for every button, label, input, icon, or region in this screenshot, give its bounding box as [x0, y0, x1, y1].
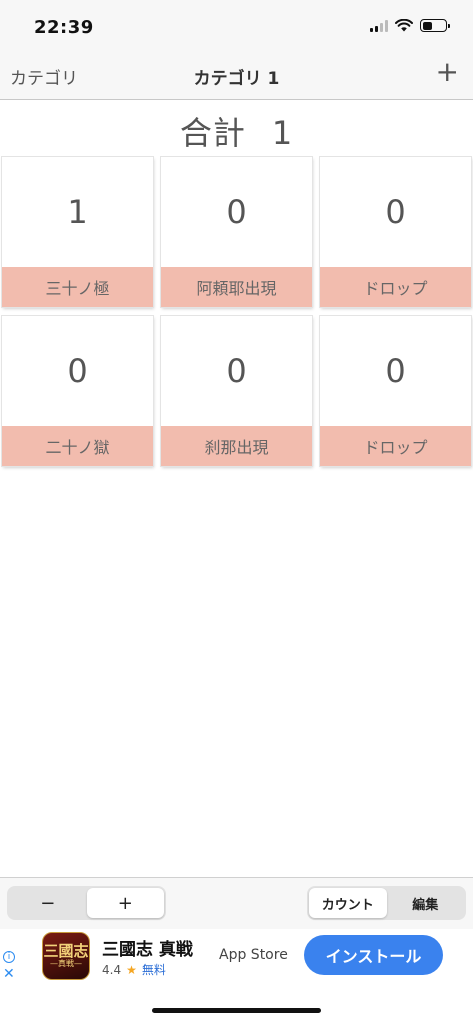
counter-card[interactable]: 0 刹那出現: [161, 316, 312, 466]
battery-level: [422, 21, 433, 30]
counter-card[interactable]: 0 ドロップ: [320, 157, 471, 307]
plus-button[interactable]: +: [86, 888, 164, 918]
total-summary: 合計 1: [0, 108, 473, 152]
status-time: 22:39: [34, 17, 94, 38]
counter-label: 二十ノ獄: [2, 426, 153, 466]
counter-grid: 1 三十ノ極 0 阿頼耶出現 0 ドロップ 0 二十ノ獄 0 刹那出現 0 ドロ…: [2, 157, 471, 466]
status-icons: [370, 19, 450, 32]
star-icon: ★: [126, 962, 137, 977]
counter-label: ドロップ: [320, 426, 471, 466]
navigation-bar: カテゴリ カテゴリ 1 +: [0, 50, 473, 100]
count-mode-button[interactable]: カウント: [309, 888, 387, 918]
app-icon-title: 三國志: [43, 942, 89, 961]
counter-value: 0: [226, 352, 247, 390]
edit-mode-button[interactable]: 編集: [387, 888, 465, 918]
wifi-icon: [395, 19, 413, 32]
counter-value: 0: [385, 352, 406, 390]
counter-label: 刹那出現: [161, 426, 312, 466]
mode-segmented-control: カウント 編集: [307, 886, 466, 920]
total-value: 1: [271, 114, 294, 152]
page-title: カテゴリ 1: [193, 69, 280, 89]
counter-card[interactable]: 0 二十ノ獄: [2, 316, 153, 466]
counter-card[interactable]: 0 ドロップ: [320, 316, 471, 466]
ad-store-name: App Store: [219, 947, 288, 963]
ad-close-icon[interactable]: ✕: [3, 967, 15, 981]
total-label: 合計: [179, 114, 246, 152]
counter-card[interactable]: 0 阿頼耶出現: [161, 157, 312, 307]
bottom-toolbar: − + カウント 編集: [0, 877, 473, 929]
ad-price: 無料: [141, 963, 166, 977]
minus-button[interactable]: −: [9, 888, 87, 918]
counter-value: 1: [67, 193, 88, 231]
counter-value: 0: [67, 352, 88, 390]
ad-banner[interactable]: i ✕ 三國志 —真戦— 三國志 真戦 4.4 ★ 無料 App Store イ…: [0, 929, 473, 985]
home-area: [0, 985, 473, 1024]
counter-value: 0: [226, 193, 247, 231]
status-bar: 22:39: [0, 0, 473, 50]
app-icon[interactable]: 三國志 —真戦—: [42, 932, 90, 980]
step-segmented-control: − +: [7, 886, 166, 920]
add-button[interactable]: +: [436, 58, 459, 86]
app-icon-subtitle: —真戦—: [50, 958, 82, 968]
counter-value: 0: [385, 193, 406, 231]
counter-card[interactable]: 1 三十ノ極: [2, 157, 153, 307]
battery-icon: [420, 19, 450, 32]
counter-label: ドロップ: [320, 267, 471, 307]
ad-rating-value: 4.4: [102, 962, 122, 977]
cellular-signal-icon: [370, 19, 388, 32]
counter-label: 三十ノ極: [2, 267, 153, 307]
ad-rating: 4.4 ★ 無料: [102, 961, 166, 978]
install-button[interactable]: インストール: [304, 935, 443, 975]
ad-info-icon[interactable]: i: [3, 951, 15, 963]
counter-label: 阿頼耶出現: [161, 267, 312, 307]
ad-app-name: 三國志 真戦: [102, 940, 193, 960]
home-indicator[interactable]: [152, 1008, 321, 1013]
